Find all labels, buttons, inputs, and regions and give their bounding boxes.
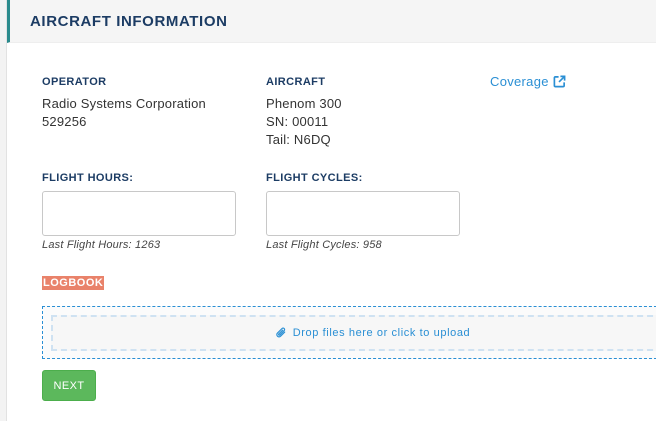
coverage-link-label: Coverage xyxy=(490,74,549,89)
operator-number: 529256 xyxy=(42,114,87,129)
flight-hours-input[interactable] xyxy=(42,191,236,236)
flight-cycles-label: FLIGHT CYCLES: xyxy=(266,172,363,184)
external-link-icon xyxy=(553,75,566,88)
dropzone-message: Drop files here or click to upload xyxy=(276,327,471,339)
operator-name: Radio Systems Corporation xyxy=(42,96,206,111)
aircraft-tail: Tail: N6DQ xyxy=(266,132,331,147)
logbook-label: LOGBOOK xyxy=(42,276,105,290)
file-dropzone[interactable]: Drop files here or click to upload xyxy=(42,306,656,359)
last-flight-hours-hint: Last Flight Hours: 1263 xyxy=(42,239,161,251)
operator-label: OPERATOR xyxy=(42,76,107,88)
flight-hours-label: FLIGHT HOURS: xyxy=(42,172,134,184)
file-dropzone-target[interactable]: Drop files here or click to upload xyxy=(51,315,656,351)
coverage-link[interactable]: Coverage xyxy=(490,74,566,89)
aircraft-serial: SN: 00011 xyxy=(266,114,329,129)
flight-cycles-input[interactable] xyxy=(266,191,460,236)
aircraft-information-panel: AIRCRAFT INFORMATION OPERATOR Radio Syst… xyxy=(6,0,656,421)
aircraft-model: Phenom 300 xyxy=(266,96,342,111)
next-button[interactable]: NEXT xyxy=(42,370,96,401)
panel-header: AIRCRAFT INFORMATION xyxy=(7,0,656,43)
aircraft-label: AIRCRAFT xyxy=(266,76,326,88)
dropzone-text: Drop files here or click to upload xyxy=(292,327,471,339)
panel-title: AIRCRAFT INFORMATION xyxy=(30,13,228,30)
paperclip-icon xyxy=(276,327,286,338)
last-flight-cycles-hint: Last Flight Cycles: 958 xyxy=(266,239,382,251)
